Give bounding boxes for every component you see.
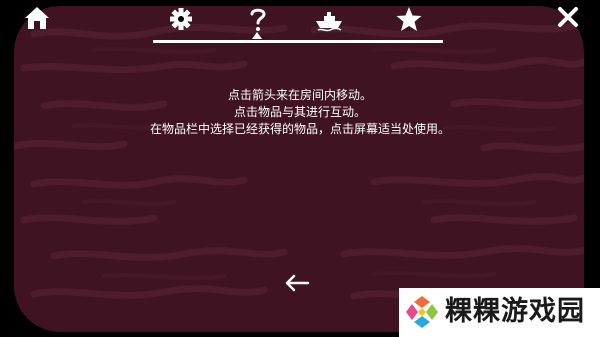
boat-icon[interactable] — [314, 6, 344, 32]
star-icon[interactable] — [394, 6, 424, 32]
close-icon[interactable] — [556, 5, 580, 29]
tab-underline — [153, 40, 443, 43]
active-tab-marker — [252, 32, 262, 39]
home-icon[interactable] — [24, 6, 50, 30]
instruction-line-3: 在物品栏中选择已经获得的物品，点击屏幕适当处使用。 — [149, 122, 450, 136]
game-screen: 点击箭头来在房间内移动。 点击物品与其进行互动。 在物品栏中选择已经获得的物品，… — [0, 0, 600, 337]
watermark-logo-icon — [406, 296, 438, 328]
question-icon[interactable] — [243, 6, 273, 32]
gear-icon[interactable] — [166, 6, 196, 32]
watermark-text: 粿粿游戏园 — [445, 296, 585, 327]
instruction-line-2: 点击物品与其进行互动。 — [233, 105, 366, 119]
watermark: 粿粿游戏园 — [399, 288, 600, 337]
help-instructions: 点击箭头来在房间内移动。 点击物品与其进行互动。 在物品栏中选择已经获得的物品，… — [110, 87, 490, 138]
arrow-left-icon[interactable] — [284, 274, 310, 292]
instruction-line-1: 点击箭头来在房间内移动。 — [227, 88, 372, 102]
